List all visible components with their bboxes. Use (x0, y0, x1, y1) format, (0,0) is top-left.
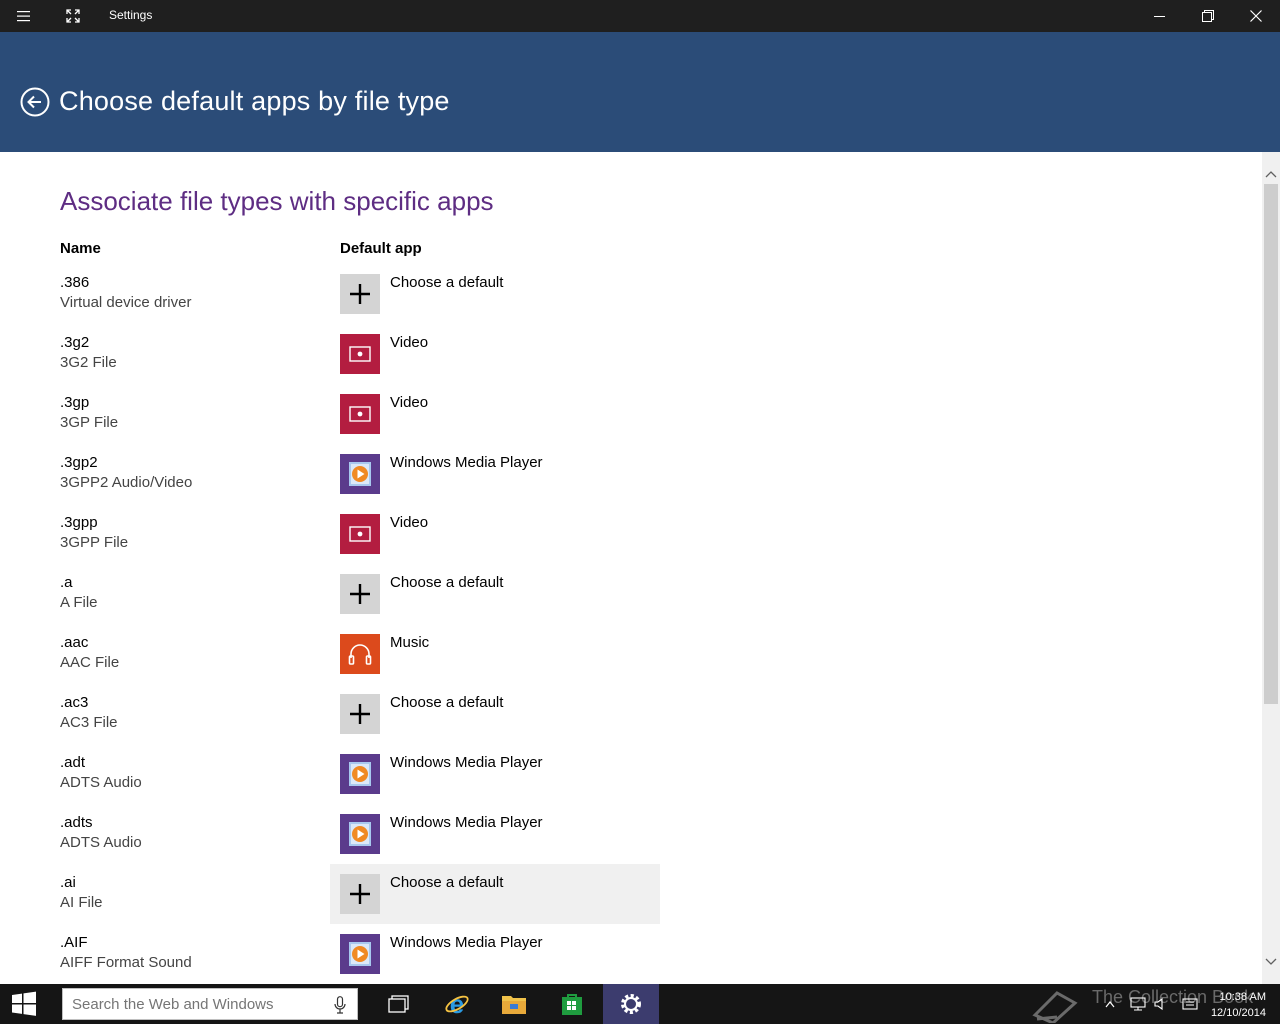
search-box[interactable] (62, 988, 358, 1020)
file-type-description: AC3 File (60, 714, 118, 731)
file-extension: .adt (60, 754, 86, 771)
column-header-default-app: Default app (340, 240, 422, 257)
windows-media-player-icon (340, 454, 380, 494)
file-extension: .3gp2 (60, 454, 98, 471)
file-extension: .386 (60, 274, 90, 291)
default-app-name: Video (390, 514, 429, 531)
file-type-row: .AIF AIFF Format Sound Windows Media Playe… (0, 934, 1262, 984)
page-header: Choose default apps by file type (0, 32, 1280, 152)
default-app-button[interactable]: Choose a default (330, 264, 660, 324)
file-type-description: AAC File (60, 654, 120, 671)
default-app-name: Choose a default (390, 274, 504, 291)
close-button[interactable] (1233, 0, 1279, 32)
default-app-name: Choose a default (390, 694, 504, 711)
default-app-button[interactable]: Windows Media Player (330, 804, 660, 864)
window-title: Settings (109, 8, 153, 22)
restore-button[interactable] (1185, 0, 1231, 32)
clock[interactable]: 10:38 AM 12/10/2014 (1211, 989, 1266, 1021)
menu-icon[interactable] (1, 0, 47, 32)
file-type-description: AI File (60, 894, 103, 911)
default-app-name: Windows Media Player (390, 754, 543, 771)
network-icon[interactable] (1128, 984, 1148, 1024)
back-arrow-icon[interactable] (20, 87, 50, 117)
section-title: Associate file types with specific apps (60, 186, 494, 216)
store-icon[interactable] (544, 984, 600, 1024)
windows-media-player-icon (340, 814, 380, 854)
clock-time: 10:38 AM (1219, 991, 1266, 1003)
page-title: Choose default apps by file type (59, 86, 450, 116)
scroll-up-icon[interactable] (1262, 164, 1280, 184)
file-extension: .AIF (60, 934, 88, 951)
show-hidden-icons-icon[interactable] (1102, 984, 1118, 1024)
default-app-name: Choose a default (390, 574, 504, 591)
default-app-button[interactable]: Choose a default (330, 684, 660, 744)
default-app-name: Video (390, 394, 429, 411)
taskbar: e The Collection Book 10:38 AM 12/10/201… (0, 984, 1280, 1024)
vertical-scrollbar[interactable] (1262, 152, 1280, 984)
file-type-description: 3GPP2 Audio/Video (60, 474, 193, 491)
default-app-button[interactable]: Video (330, 324, 660, 384)
settings-app-icon[interactable] (603, 984, 659, 1024)
default-app-name: Choose a default (390, 874, 504, 891)
file-extension: .3g2 (60, 334, 90, 351)
file-type-description: 3GP File (60, 414, 119, 431)
file-extension: .a (60, 574, 73, 591)
book-logo-icon (1030, 984, 1082, 1024)
content-area: Associate file types with specific apps … (0, 152, 1262, 984)
plus-icon (340, 874, 380, 914)
video-app-icon (340, 394, 380, 434)
title-bar: Settings (0, 0, 1280, 32)
music-app-icon (340, 634, 380, 674)
file-type-description: ADTS Audio (60, 774, 142, 791)
file-extension: .adts (60, 814, 93, 831)
file-type-description: 3G2 File (60, 354, 117, 371)
action-center-icon[interactable] (1180, 984, 1200, 1024)
internet-explorer-icon[interactable]: e (429, 984, 485, 1024)
default-app-button[interactable]: Windows Media Player (330, 924, 660, 984)
default-app-button[interactable]: Windows Media Player (330, 744, 660, 804)
default-app-button[interactable]: Video (330, 504, 660, 564)
search-input[interactable] (70, 994, 320, 1014)
windows-media-player-icon (340, 754, 380, 794)
file-extension: .3gp (60, 394, 90, 411)
clock-date: 12/10/2014 (1210, 1007, 1266, 1019)
plus-icon (340, 574, 380, 614)
file-type-description: 3GPP File (60, 534, 129, 551)
file-type-description: Virtual device driver (60, 294, 192, 311)
default-app-button[interactable]: Windows Media Player (330, 444, 660, 504)
minimize-button[interactable] (1137, 0, 1183, 32)
default-app-name: Video (390, 334, 429, 351)
video-app-icon (340, 334, 380, 374)
default-app-name: Windows Media Player (390, 454, 543, 471)
plus-icon (340, 274, 380, 314)
svg-text:e: e (450, 991, 464, 1017)
file-explorer-icon[interactable] (486, 984, 542, 1024)
windows-media-player-icon (340, 934, 380, 974)
video-app-icon (340, 514, 380, 554)
windows-start-icon[interactable] (0, 984, 48, 1024)
file-extension: .aac (60, 634, 89, 651)
fullscreen-icon[interactable] (50, 0, 96, 32)
plus-icon (340, 694, 380, 734)
column-header-name: Name (60, 240, 101, 257)
default-app-name: Windows Media Player (390, 814, 543, 831)
file-type-description: ADTS Audio (60, 834, 142, 851)
scroll-thumb[interactable] (1264, 184, 1278, 704)
file-extension: .3gpp (60, 514, 98, 531)
microphone-icon[interactable] (333, 996, 347, 1014)
default-app-name: Music (390, 634, 430, 651)
task-view-icon[interactable] (371, 984, 427, 1024)
scroll-down-icon[interactable] (1262, 952, 1280, 972)
default-app-button[interactable]: Music (330, 624, 660, 684)
volume-icon[interactable] (1152, 984, 1170, 1024)
file-type-description: A File (60, 594, 98, 611)
default-app-button[interactable]: Video (330, 384, 660, 444)
default-app-button[interactable]: Choose a default (330, 564, 660, 624)
file-extension: .ai (60, 874, 76, 891)
file-extension: .ac3 (60, 694, 89, 711)
default-app-name: Windows Media Player (390, 934, 543, 951)
default-app-button[interactable]: Choose a default (330, 864, 660, 924)
file-type-description: AIFF Format Sound (60, 954, 192, 971)
